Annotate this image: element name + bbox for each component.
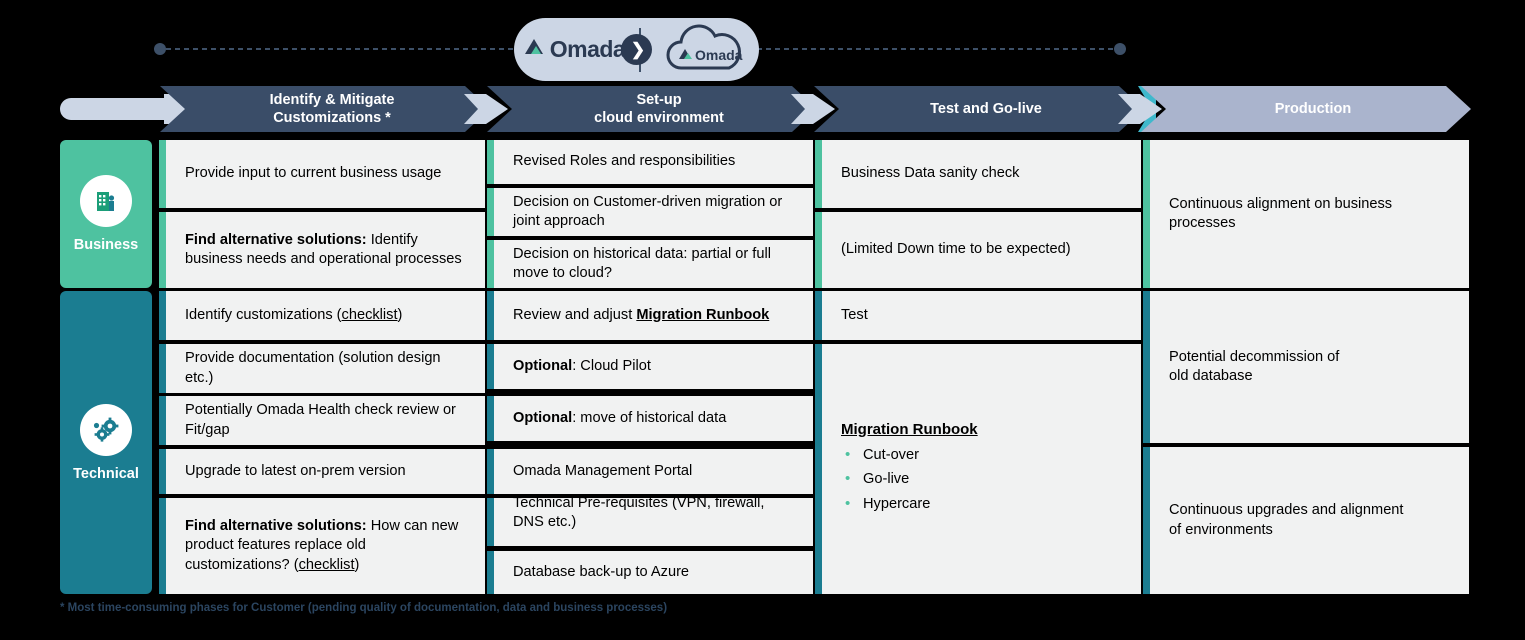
task-text: Revised Roles and responsibilities	[513, 153, 736, 170]
phase-header-production[interactable]: Production	[1141, 86, 1471, 132]
task-cell[interactable]: Find alternative solutions: Identify bus…	[159, 212, 485, 288]
category-label-business: Business	[73, 237, 139, 253]
task-text: Optional: Cloud Pilot	[513, 357, 651, 376]
gears-icon	[80, 403, 132, 456]
task-text-rest: : move of historical data	[572, 409, 727, 426]
category-label-technical: Technical	[73, 465, 139, 482]
task-cell[interactable]: (Limited Down time to be expected)	[815, 212, 1141, 288]
task-text: Potential decommission of old database	[1169, 348, 1340, 384]
phase-production-line1: Production	[1274, 100, 1352, 117]
phase-header-test[interactable]: Test and Go-live	[814, 86, 1144, 132]
task-text: Optional: move of historical data	[513, 409, 726, 428]
arrow-right-circle-icon: ❯	[621, 34, 652, 65]
task-cell[interactable]: Optional: move of historical data	[487, 396, 813, 441]
task-cell[interactable]: Continuous upgrades and alignment of env…	[1143, 447, 1469, 594]
task-text: Provide documentation (solution design e…	[185, 350, 441, 386]
task-text-post: )	[354, 556, 360, 573]
omada-onprem-logo: Omada	[522, 35, 626, 64]
task-cell[interactable]: Test	[815, 291, 1141, 340]
task-cell[interactable]: Database back-up to Azure	[487, 551, 813, 594]
connector-endpoint-right	[1114, 43, 1126, 55]
connector-line-left	[166, 48, 526, 50]
task-text: Find alternative solutions: Identify bus…	[185, 231, 469, 270]
task-text-pre: Identify customizations (	[185, 306, 342, 323]
task-text: Potentially Omada Health check review or…	[185, 402, 456, 438]
footnote: * Most time-consuming phases for Custome…	[60, 602, 668, 614]
task-cell[interactable]: Technical Pre-requisites (VPN, firewall,…	[487, 498, 813, 546]
task-text: Identify customizations (checklist)	[185, 306, 402, 325]
task-cell[interactable]: Potential decommission of old database	[1143, 291, 1469, 443]
phase-test-line1: Test and Go-live	[930, 100, 1042, 117]
task-cell[interactable]: Identify customizations (checklist)	[159, 291, 485, 340]
task-text-bold: Optional	[513, 357, 573, 374]
task-cell[interactable]: Optional: Cloud Pilot	[487, 344, 813, 389]
task-cell[interactable]: Decision on Customer-driven migration or…	[487, 188, 813, 236]
task-cell[interactable]: Provide documentation (solution design e…	[159, 344, 485, 393]
list-item: Cut-over	[841, 444, 978, 465]
phase-start-stub	[60, 98, 172, 120]
checklist-link[interactable]: checklist	[299, 557, 355, 573]
phase-identify-line1: Identify & Mitigate	[269, 91, 395, 108]
omada-logo-icon	[522, 35, 546, 64]
migration-roadmap-diagram: Omada Omada ❯ Identify & Mitigate Custom…	[0, 0, 1525, 640]
omada-cloud-logo: Omada	[655, 23, 751, 77]
phase-setup-line2: cloud environment	[594, 110, 724, 126]
task-text: Find alternative solutions: How can new …	[185, 517, 469, 575]
category-rail-business[interactable]: Business	[60, 140, 152, 288]
phase-setup-line1: Set-up	[636, 91, 682, 108]
task-text: Provide input to current business usage	[185, 165, 442, 182]
task-text: Decision on historical data: partial or …	[513, 245, 771, 281]
task-text-bold: Find alternative solutions:	[185, 231, 367, 248]
task-text: Business Data sanity check	[841, 165, 1020, 182]
connector-line-right	[748, 48, 1120, 50]
category-rail-technical[interactable]: Technical	[60, 291, 152, 594]
task-cell[interactable]: Continuous alignment on business process…	[1143, 140, 1469, 288]
omada-wordmark: Omada	[549, 36, 626, 62]
checklist-link[interactable]: checklist	[342, 307, 398, 323]
phase-identify-line2: Customizations *	[273, 110, 391, 126]
task-text: Continuous upgrades and alignment of env…	[1169, 502, 1404, 538]
migration-runbook-link[interactable]: Migration Runbook	[636, 307, 769, 323]
task-text-post: )	[397, 306, 403, 323]
task-text: Continuous alignment on business process…	[1169, 195, 1393, 231]
task-text-rest: : Cloud Pilot	[572, 357, 651, 374]
task-cell[interactable]: Review and adjust Migration Runbook	[487, 291, 813, 340]
task-cell[interactable]: Revised Roles and responsibilities	[487, 140, 813, 184]
task-cell[interactable]: Potentially Omada Health check review or…	[159, 396, 485, 445]
task-text: (Limited Down time to be expected)	[841, 241, 1071, 258]
task-text: Test	[841, 306, 868, 323]
task-cell[interactable]: Business Data sanity check	[815, 140, 1141, 208]
task-text: Database back-up to Azure	[513, 563, 690, 580]
phase-header-row: Identify & Mitigate Customizations * Set…	[60, 86, 1471, 132]
task-text: Review and adjust Migration Runbook	[513, 306, 769, 325]
task-cell[interactable]: Provide input to current business usage	[159, 140, 485, 208]
omada-cloud-logo-icon: Omada	[666, 24, 743, 69]
building-icon	[80, 175, 132, 227]
task-cell[interactable]: Find alternative solutions: How can new …	[159, 498, 485, 594]
task-cell[interactable]: Upgrade to latest on-prem version	[159, 449, 485, 494]
migration-runbook-title: Migration Runbook	[841, 420, 978, 438]
task-text: Decision on Customer-driven migration or…	[513, 193, 783, 229]
phase-header-identify[interactable]: Identify & Mitigate Customizations *	[160, 86, 490, 132]
phase-header-setup[interactable]: Set-up cloud environment	[487, 86, 817, 132]
task-text-bold: Optional	[513, 409, 573, 426]
task-text-pre: Review and adjust	[513, 306, 637, 323]
task-text: Technical Pre-requisites (VPN, firewall,…	[513, 498, 765, 531]
svg-text:Omada: Omada	[695, 47, 743, 63]
task-text: Upgrade to latest on-prem version	[185, 462, 406, 479]
task-cell[interactable]: Omada Management Portal	[487, 449, 813, 494]
list-item: Go-live	[841, 468, 978, 489]
connector-endpoint-left	[154, 43, 166, 55]
list-item: Hypercare	[841, 493, 978, 514]
task-cell-runbook[interactable]: Migration Runbook Cut-over Go-live Hyper…	[815, 344, 1141, 594]
task-text-bold: Find alternative solutions:	[185, 517, 367, 534]
runbook-bullet-list: Cut-over Go-live Hypercare	[841, 444, 978, 514]
task-text: Omada Management Portal	[513, 462, 693, 479]
task-cell[interactable]: Decision on historical data: partial or …	[487, 240, 813, 288]
